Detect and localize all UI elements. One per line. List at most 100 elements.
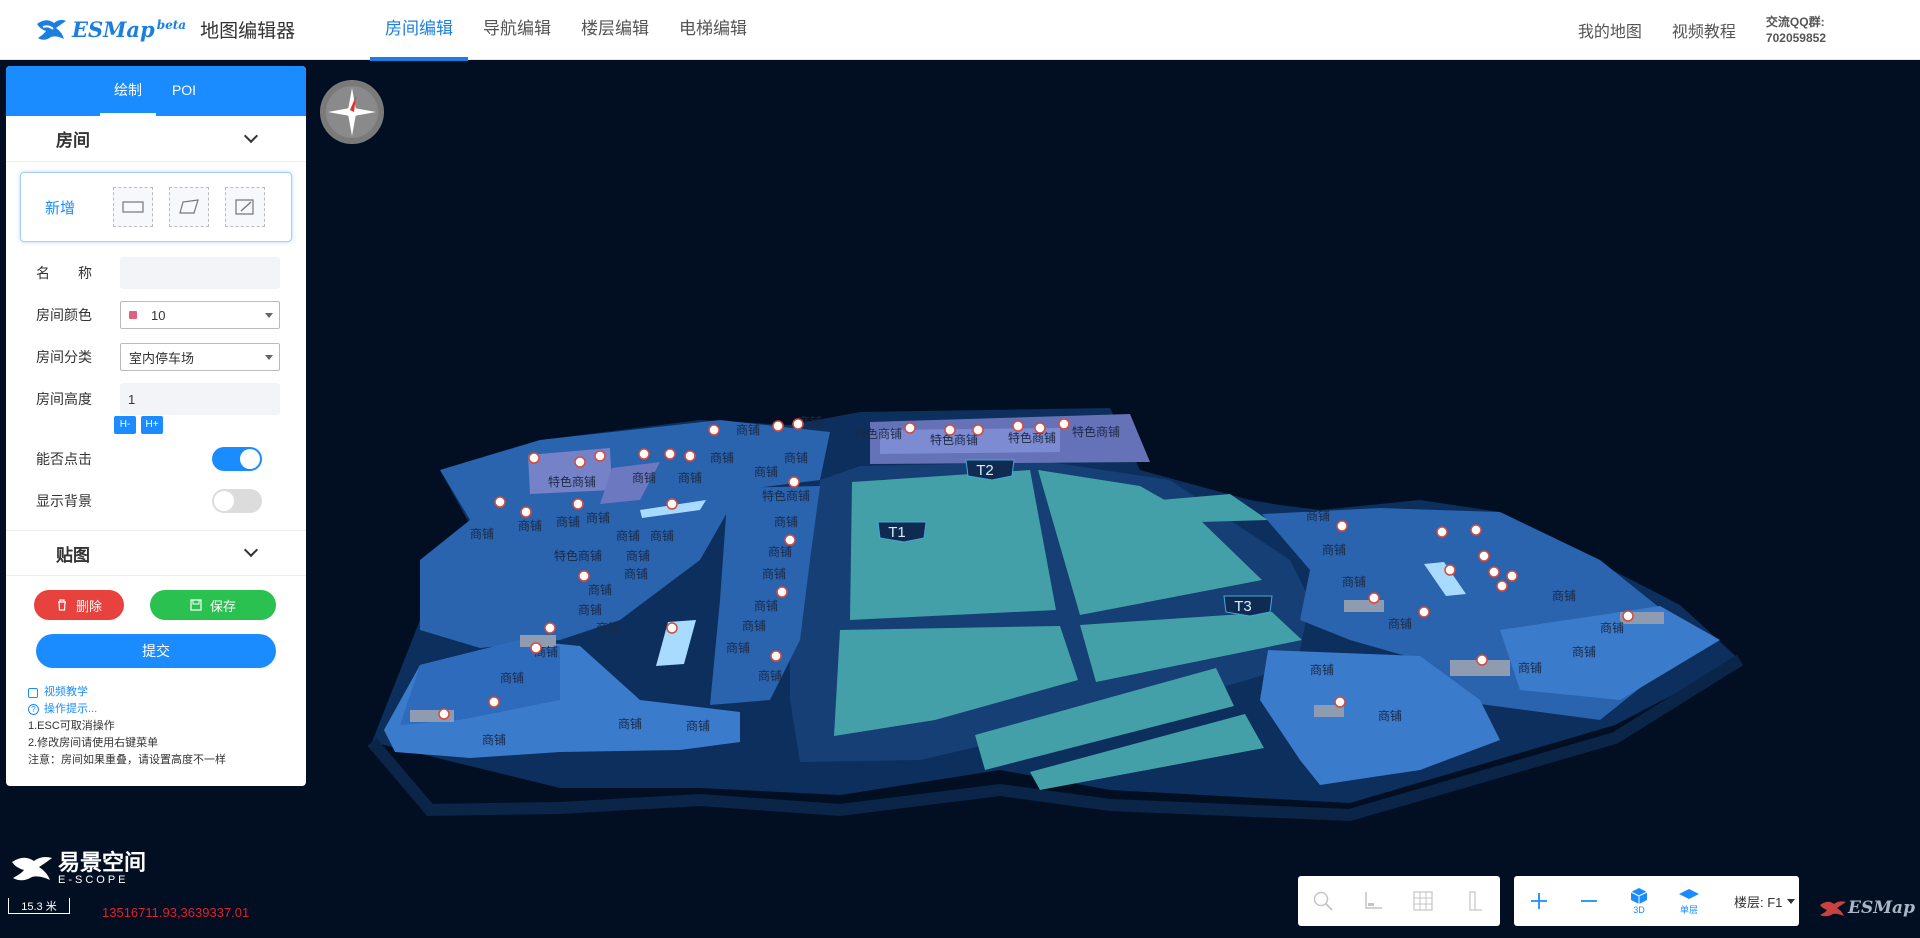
help-section: 视频教学 ? 操作提示... 1.ESC可取消操作 2.修改房间请使用右键菜单 注… <box>6 668 306 769</box>
color-swatch <box>129 311 137 319</box>
shop-label: 商铺 <box>1572 644 1596 659</box>
nav-elevator-edit[interactable]: 电梯编辑 <box>664 0 762 60</box>
svg-text:T1: T1 <box>888 524 906 541</box>
shop-label: 商铺 <box>774 514 798 529</box>
coordinate-readout: 13516711.93,3639337.01 <box>102 905 250 920</box>
panel-tabs: 绘制 POI <box>6 66 306 116</box>
svg-text:T3: T3 <box>1234 598 1252 615</box>
height-increase-button[interactable]: H+ <box>141 416 163 434</box>
height-input[interactable] <box>120 383 280 415</box>
logo[interactable]: ESMap beta 地图编辑器 <box>34 15 314 45</box>
special-shop-label: 特色商铺 <box>854 426 902 441</box>
brand-cn: 易景空间 <box>58 850 147 875</box>
video-help-link[interactable]: 视频教学 <box>28 684 306 701</box>
terminal-tag-t2[interactable]: T2 <box>965 459 1015 481</box>
name-row: 名 称 <box>6 252 306 294</box>
draw-freeform-button[interactable] <box>225 187 265 227</box>
texture-section-header[interactable]: 贴图 <box>6 530 306 576</box>
caret-down-icon <box>265 355 273 360</box>
show-bg-label: 显示背景 <box>36 493 92 509</box>
edit-shape-icon <box>235 199 254 215</box>
measure-height-button[interactable] <box>1448 876 1498 926</box>
clickable-toggle[interactable] <box>212 447 262 471</box>
shop-label: 商铺 <box>768 544 792 559</box>
color-label: 房间颜色 <box>36 307 92 323</box>
shop-label: 商铺 <box>626 548 650 563</box>
special-shop-label: 特色商铺 <box>930 432 978 447</box>
submit-button[interactable]: 提交 <box>36 634 276 668</box>
top-header: ESMap beta 地图编辑器 房间编辑 导航编辑 楼层编辑 电梯编辑 我的地图… <box>0 0 1920 61</box>
qq-number: 702059852 <box>1765 30 1826 45</box>
action-buttons: 删除 保存 <box>6 590 306 620</box>
add-label: 新增 <box>45 199 76 217</box>
color-row: 房间颜色 10 <box>6 294 306 336</box>
show-bg-row: 显示背景 <box>6 480 306 522</box>
category-select[interactable]: 室内停车场 <box>120 343 280 371</box>
trash-icon <box>57 599 66 611</box>
terminal-tag-t3[interactable]: T3 <box>1223 595 1273 617</box>
category-value: 室内停车场 <box>129 350 195 366</box>
zoom-in-button[interactable] <box>1514 876 1564 926</box>
tip-esc: 1.ESC可取消操作 <box>28 720 115 732</box>
shop-label: 商铺 <box>726 640 750 655</box>
esmap-watermark: ESMap <box>1818 898 1915 918</box>
measure-distance-button[interactable] <box>1348 876 1398 926</box>
floor-value: 楼层: F1 <box>1734 894 1783 910</box>
shop-label: 商铺 <box>762 566 786 581</box>
zoom-search-button[interactable] <box>1298 876 1348 926</box>
rectangle-icon <box>122 201 144 213</box>
tab-poi[interactable]: POI <box>156 66 212 116</box>
shop-label: 商铺 <box>470 526 494 541</box>
minus-icon <box>1581 900 1597 902</box>
special-shop-label: 特色商铺 <box>1008 430 1056 445</box>
floor-select[interactable]: 楼层: F1 <box>1734 892 1796 911</box>
shop-label: 商铺 <box>1322 542 1346 557</box>
lot-t1 <box>850 470 1056 620</box>
draw-polygon-button[interactable] <box>169 187 209 227</box>
color-select[interactable]: 10 <box>120 301 280 329</box>
draw-rectangle-button[interactable] <box>113 187 153 227</box>
single-floor-button[interactable]: 单层 <box>1664 876 1714 926</box>
delete-button[interactable]: 删除 <box>34 590 124 620</box>
qq-label: 交流QQ群: <box>1765 14 1825 29</box>
shop-label: 商铺 <box>650 528 674 543</box>
category-row: 房间分类 室内停车场 <box>6 336 306 378</box>
height-decrease-button[interactable]: H- <box>114 416 136 434</box>
my-map-link[interactable]: 我的地图 <box>1578 18 1642 42</box>
view-3d-button[interactable]: 3D <box>1614 876 1664 926</box>
tips-link[interactable]: ? 操作提示... <box>28 701 306 718</box>
tip-right-click: 2.修改房间请使用右键菜单 <box>28 737 159 749</box>
nav-floor-edit[interactable]: 楼层编辑 <box>566 0 664 60</box>
room-section-header[interactable]: 房间 <box>6 116 306 162</box>
delete-label: 删除 <box>75 598 102 614</box>
qq-group: 交流QQ群: 702059852 <box>1766 14 1826 46</box>
shop-label: 商铺 <box>1342 574 1366 589</box>
main-nav: 房间编辑 导航编辑 楼层编辑 电梯编辑 <box>370 0 762 61</box>
shop-label: 商铺 <box>758 668 782 683</box>
name-input[interactable] <box>120 257 280 289</box>
measure-area-button[interactable] <box>1398 876 1448 926</box>
grid-icon <box>1413 891 1433 911</box>
shop-label: 商铺 <box>678 470 702 485</box>
polygon-icon <box>179 199 199 214</box>
chevron-down-icon <box>243 128 259 143</box>
zoom-out-button[interactable] <box>1564 876 1614 926</box>
tab-draw[interactable]: 绘制 <box>100 66 156 116</box>
caret-down-icon <box>265 313 273 318</box>
shop-label: 商铺 <box>686 718 710 733</box>
show-bg-toggle[interactable] <box>212 489 262 513</box>
search-icon <box>1313 891 1333 911</box>
video-tutorial-link[interactable]: 视频教程 <box>1672 18 1736 42</box>
svg-text:T2: T2 <box>976 462 994 479</box>
app-title: 地图编辑器 <box>200 21 296 42</box>
terminal-tag-t1[interactable]: T1 <box>877 521 927 543</box>
save-button[interactable]: 保存 <box>150 590 276 620</box>
shop-label: 商铺 <box>556 514 580 529</box>
special-shop-label: 特色商铺 <box>548 474 596 489</box>
shop-label: 商铺 <box>754 464 778 479</box>
shop-label: 商铺 <box>736 422 760 437</box>
compass-icon[interactable] <box>320 80 384 144</box>
nav-navigation-edit[interactable]: 导航编辑 <box>468 0 566 60</box>
shop-label: 商铺 <box>586 510 610 525</box>
nav-room-edit[interactable]: 房间编辑 <box>370 0 468 61</box>
